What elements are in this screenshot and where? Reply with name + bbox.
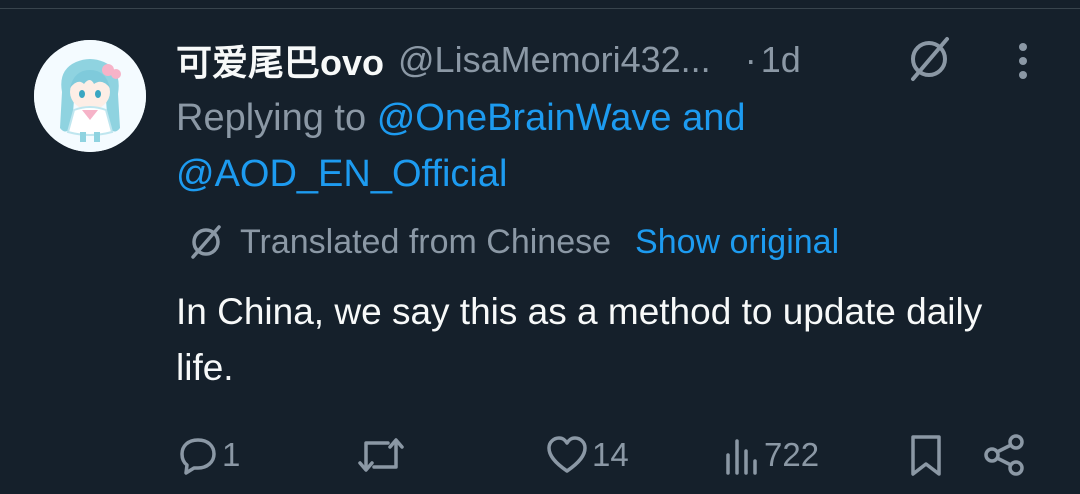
translation-notice: Translated from Chinese Show original xyxy=(186,218,839,266)
heart-icon xyxy=(547,436,587,473)
replying-prefix: Replying to xyxy=(176,97,367,139)
action-bar: 1 14 722 xyxy=(0,430,1080,480)
views-count: 722 xyxy=(764,436,820,473)
avatar[interactable] xyxy=(34,40,146,152)
bookmark-icon xyxy=(911,435,941,476)
share-button[interactable] xyxy=(982,430,1028,480)
show-original-link[interactable]: Show original xyxy=(635,223,839,262)
display-name[interactable]: 可爱尾巴ovo xyxy=(176,34,384,86)
reply-icon xyxy=(180,438,216,475)
views-button[interactable]: 722 xyxy=(722,430,819,480)
like-button[interactable]: 14 xyxy=(544,430,629,480)
translate-icon[interactable] xyxy=(904,34,954,84)
reply-count: 1 xyxy=(222,436,241,473)
bookmark-button[interactable] xyxy=(906,430,946,480)
timestamp[interactable]: 1d xyxy=(761,39,801,81)
tweet-header: 可爱尾巴ovo @LisaMemori432... · 1d xyxy=(176,36,801,84)
mention-aod-en-official[interactable]: @AOD_EN_Official xyxy=(176,153,507,195)
retweet-icon xyxy=(358,438,404,472)
more-vertical-icon[interactable] xyxy=(1008,38,1038,84)
reply-button[interactable]: 1 xyxy=(176,430,240,480)
replying-to: Replying to @OneBrainWave and @AOD_EN_Of… xyxy=(176,90,876,202)
mention-onebrainwave[interactable]: @OneBrainWave xyxy=(377,97,672,139)
views-chart-icon xyxy=(726,439,757,475)
translated-label: Translated from Chinese xyxy=(240,222,612,261)
mention-joiner: and xyxy=(682,97,746,139)
translate-icon xyxy=(191,225,221,259)
user-handle[interactable]: @LisaMemori432... xyxy=(398,39,711,81)
retweet-button[interactable] xyxy=(356,430,408,480)
top-divider xyxy=(0,8,1080,9)
share-icon xyxy=(984,434,1024,476)
like-count: 14 xyxy=(592,436,629,473)
tweet-text: In China, we say this as a method to upd… xyxy=(176,291,983,388)
separator-dot: · xyxy=(744,39,757,80)
